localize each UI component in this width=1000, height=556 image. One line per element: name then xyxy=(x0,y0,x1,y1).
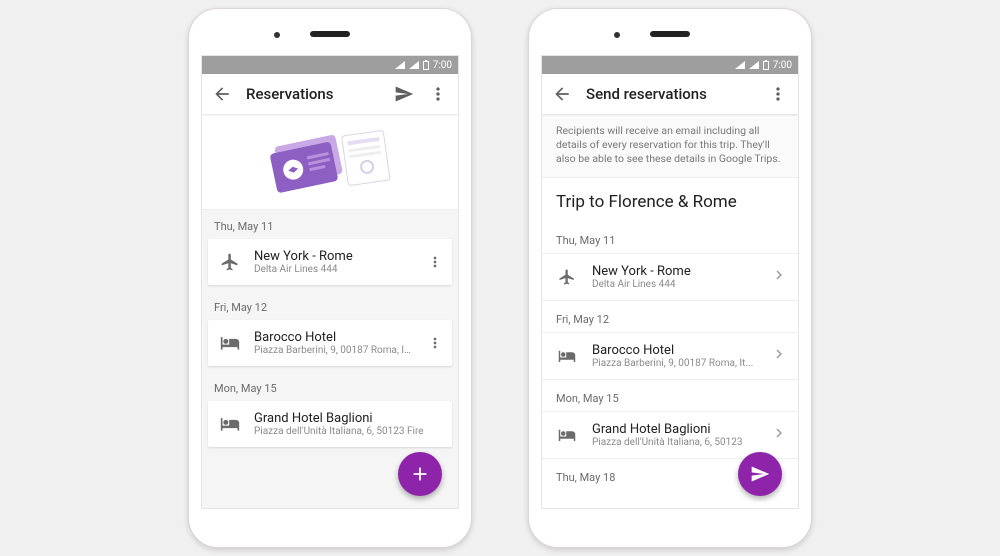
reservation-row[interactable]: Grand Hotel Baglioni Piazza dell'Unità I… xyxy=(542,411,798,458)
send-button[interactable] xyxy=(394,84,414,104)
page-title: Reservations xyxy=(246,85,380,103)
reservation-name: Grand Hotel Baglioni xyxy=(592,422,756,437)
info-text: Recipients will receive an email includi… xyxy=(542,114,798,178)
chevron-right-icon xyxy=(770,345,788,367)
plane-icon xyxy=(556,268,578,286)
reservation-card[interactable]: New York - Rome Delta Air Lines 444 xyxy=(208,239,452,285)
date-header: Mon, May 15 xyxy=(202,372,458,401)
add-fab[interactable] xyxy=(398,452,442,496)
plane-icon xyxy=(218,252,242,272)
hotel-icon xyxy=(218,414,242,434)
reservation-sub: Delta Air Lines 444 xyxy=(592,279,756,290)
send-icon xyxy=(750,464,770,484)
reservation-sub: Piazza Barberini, 9, 00187 Roma, It... xyxy=(592,358,756,369)
reservation-sub: Delta Air Lines 444 xyxy=(254,264,414,275)
card-overflow-button[interactable] xyxy=(426,254,444,270)
wifi-icon xyxy=(735,61,745,69)
chevron-right-icon xyxy=(770,266,788,288)
reservation-sub: Piazza dell'Unità Italiana, 6, 50123 Fir… xyxy=(254,426,444,437)
status-time: 7:00 xyxy=(773,60,792,71)
hotel-icon xyxy=(218,333,242,353)
chevron-right-icon xyxy=(770,424,788,446)
hotel-icon xyxy=(556,426,578,444)
illustration-card xyxy=(202,114,458,210)
plus-icon xyxy=(409,463,431,485)
reservation-name: Grand Hotel Baglioni xyxy=(254,411,444,426)
phone-left: 7:00 Reservations xyxy=(188,8,472,548)
screen: 7:00 Reservations xyxy=(201,55,459,509)
content: Recipients will receive an email includi… xyxy=(542,114,798,508)
status-time: 7:00 xyxy=(433,60,452,71)
date-header: Thu, May 11 xyxy=(202,210,458,239)
back-button[interactable] xyxy=(212,84,232,104)
hotel-icon xyxy=(556,347,578,365)
screen: 7:00 Send reservations Recipients will r… xyxy=(541,55,799,509)
reservation-sub: Piazza dell'Unità Italiana, 6, 50123 xyxy=(592,437,756,448)
reservation-name: Barocco Hotel xyxy=(254,330,414,345)
send-fab[interactable] xyxy=(738,452,782,496)
date-header: Fri, May 12 xyxy=(202,291,458,320)
page-title: Send reservations xyxy=(586,85,754,103)
battery-icon xyxy=(763,61,769,70)
signal-icon xyxy=(409,61,419,69)
date-header: Fri, May 12 xyxy=(542,300,798,332)
reservation-row[interactable]: New York - Rome Delta Air Lines 444 xyxy=(542,253,798,300)
app-bar: Reservations xyxy=(202,74,458,114)
phone-right: 7:00 Send reservations Recipients will r… xyxy=(528,8,812,548)
back-button[interactable] xyxy=(552,84,572,104)
status-bar: 7:00 xyxy=(202,56,458,74)
date-header: Thu, May 11 xyxy=(542,222,798,253)
date-header: Mon, May 15 xyxy=(542,379,798,411)
reservation-card[interactable]: Barocco Hotel Piazza Barberini, 9, 00187… xyxy=(208,320,452,366)
overflow-button[interactable] xyxy=(428,84,448,104)
card-overflow-button[interactable] xyxy=(426,335,444,351)
signal-icon xyxy=(749,61,759,69)
overflow-button[interactable] xyxy=(768,84,788,104)
status-bar: 7:00 xyxy=(542,56,798,74)
reservation-name: New York - Rome xyxy=(592,264,756,279)
reservation-name: New York - Rome xyxy=(254,249,414,264)
reservation-card[interactable]: Grand Hotel Baglioni Piazza dell'Unità I… xyxy=(208,401,452,447)
battery-icon xyxy=(423,61,429,70)
reservation-row[interactable]: Barocco Hotel Piazza Barberini, 9, 00187… xyxy=(542,332,798,379)
trip-title: Trip to Florence & Rome xyxy=(542,178,798,222)
content: Thu, May 11 New York - Rome Delta Air Li… xyxy=(202,114,458,508)
reservation-sub: Piazza Barberini, 9, 00187 Roma, Italy xyxy=(254,345,414,356)
app-bar: Send reservations xyxy=(542,74,798,114)
wifi-icon xyxy=(395,61,405,69)
reservations-illustration-icon xyxy=(260,122,400,202)
reservation-name: Barocco Hotel xyxy=(592,343,756,358)
